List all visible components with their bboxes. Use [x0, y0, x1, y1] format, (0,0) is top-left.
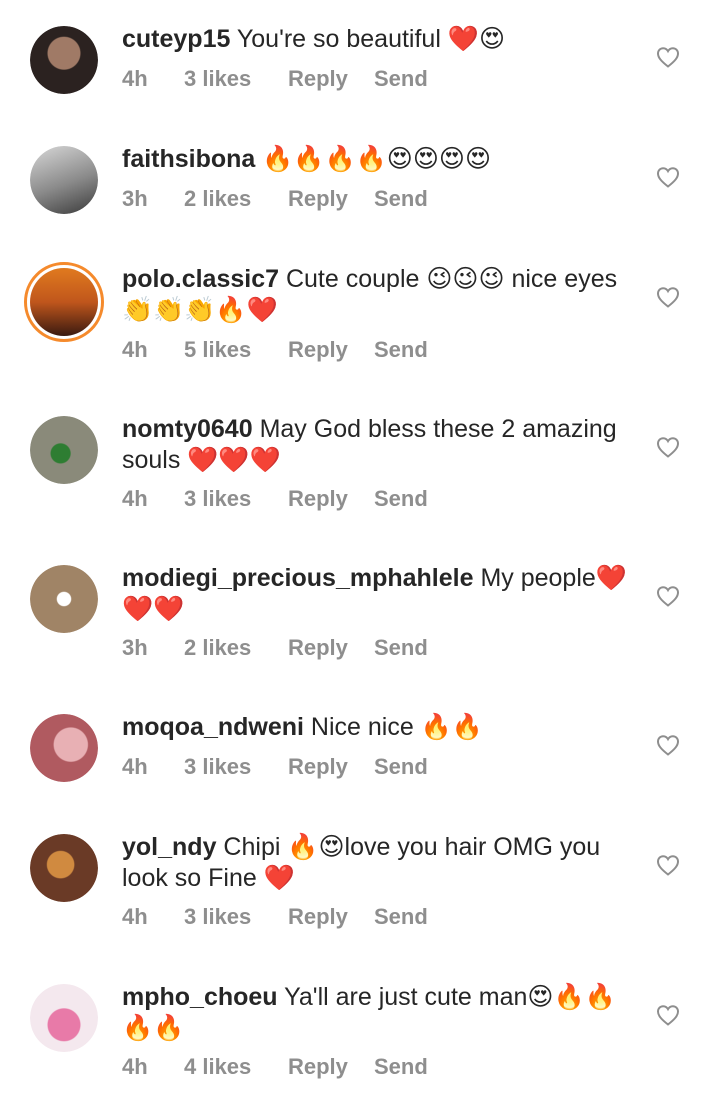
comment-username[interactable]: yol_ndy: [122, 833, 216, 861]
avatar-image: [30, 26, 98, 94]
comment-likes-button[interactable]: 5 likes: [184, 337, 251, 363]
comment-likes-button[interactable]: 3 likes: [184, 66, 251, 92]
avatar-image: [30, 565, 98, 633]
send-button[interactable]: Send: [374, 186, 428, 212]
send-button[interactable]: Send: [374, 754, 428, 780]
send-button[interactable]: Send: [374, 1054, 428, 1080]
comment-text: nomty0640 May God bless these 2 amazing …: [122, 414, 642, 476]
comment-body: Nice nice 🔥🔥: [303, 713, 483, 741]
comment-text: modiegi_precious_mphahlele My people❤️❤️…: [122, 563, 642, 625]
comment-likes-button[interactable]: 3 likes: [184, 754, 251, 780]
avatar[interactable]: [30, 26, 98, 94]
comment-body: 🔥🔥🔥🔥😍😍😍😍: [255, 145, 492, 173]
comment-username[interactable]: modiegi_precious_mphahlele: [122, 564, 474, 592]
reply-button[interactable]: Reply: [288, 1054, 348, 1080]
comment-time: 4h: [122, 904, 148, 929]
comment-time: 4h: [122, 486, 148, 511]
avatar-image: [30, 834, 98, 902]
avatar-image: [30, 984, 98, 1052]
reply-button[interactable]: Reply: [288, 635, 348, 661]
comment-username[interactable]: mpho_choeu: [122, 983, 278, 1011]
comment-likes-button[interactable]: 2 likes: [184, 186, 251, 212]
comment-text: yol_ndy Chipi 🔥😍love you hair OMG you lo…: [122, 832, 642, 894]
heart-outline-icon[interactable]: [656, 854, 680, 876]
send-button[interactable]: Send: [374, 337, 428, 363]
heart-outline-icon[interactable]: [656, 166, 680, 188]
heart-outline-icon[interactable]: [656, 286, 680, 308]
comment-likes-button[interactable]: 3 likes: [184, 904, 251, 930]
avatar[interactable]: [24, 262, 104, 342]
comment-likes-button[interactable]: 2 likes: [184, 635, 251, 661]
avatar[interactable]: [30, 984, 98, 1052]
avatar-image: [30, 146, 98, 214]
comment-time: 4h: [122, 66, 148, 91]
heart-outline-icon[interactable]: [656, 734, 680, 756]
heart-outline-icon[interactable]: [656, 436, 680, 458]
reply-button[interactable]: Reply: [288, 337, 348, 363]
comment-body: You're so beautiful ❤️😍: [230, 25, 506, 53]
comment-likes-button[interactable]: 4 likes: [184, 1054, 251, 1080]
comment-username[interactable]: nomty0640: [122, 415, 253, 443]
comment-time: 4h: [122, 754, 148, 779]
send-button[interactable]: Send: [374, 904, 428, 930]
comment-username[interactable]: polo.classic7: [122, 265, 279, 293]
comment-text: faithsibona 🔥🔥🔥🔥😍😍😍😍: [122, 144, 642, 175]
heart-outline-icon[interactable]: [656, 46, 680, 68]
send-button[interactable]: Send: [374, 66, 428, 92]
reply-button[interactable]: Reply: [288, 754, 348, 780]
reply-button[interactable]: Reply: [288, 66, 348, 92]
heart-outline-icon[interactable]: [656, 585, 680, 607]
reply-button[interactable]: Reply: [288, 186, 348, 212]
avatar[interactable]: [30, 565, 98, 633]
comment-username[interactable]: faithsibona: [122, 145, 255, 173]
comment-username[interactable]: moqoa_ndweni: [122, 713, 304, 741]
avatar[interactable]: [30, 416, 98, 484]
comment-time: 3h: [122, 186, 148, 211]
avatar[interactable]: [30, 714, 98, 782]
heart-outline-icon[interactable]: [656, 1004, 680, 1026]
comment-text: moqoa_ndweni Nice nice 🔥🔥: [122, 712, 642, 743]
comment-text: polo.classic7 Cute couple 😉😉😉 nice eyes👏…: [122, 264, 642, 326]
avatar[interactable]: [30, 146, 98, 214]
avatar-image: [30, 416, 98, 484]
send-button[interactable]: Send: [374, 486, 428, 512]
comment-time: 4h: [122, 337, 148, 362]
comment-time: 3h: [122, 635, 148, 660]
avatar[interactable]: [30, 834, 98, 902]
comment-text: mpho_choeu Ya'll are just cute man😍🔥🔥🔥🔥: [122, 982, 642, 1044]
comment-time: 4h: [122, 1054, 148, 1079]
reply-button[interactable]: Reply: [288, 486, 348, 512]
avatar-image: [30, 268, 98, 336]
comment-username[interactable]: cuteyp15: [122, 25, 230, 53]
avatar-image: [30, 714, 98, 782]
comment-text: cuteyp15 You're so beautiful ❤️😍: [122, 24, 642, 55]
comment-likes-button[interactable]: 3 likes: [184, 486, 251, 512]
reply-button[interactable]: Reply: [288, 904, 348, 930]
send-button[interactable]: Send: [374, 635, 428, 661]
